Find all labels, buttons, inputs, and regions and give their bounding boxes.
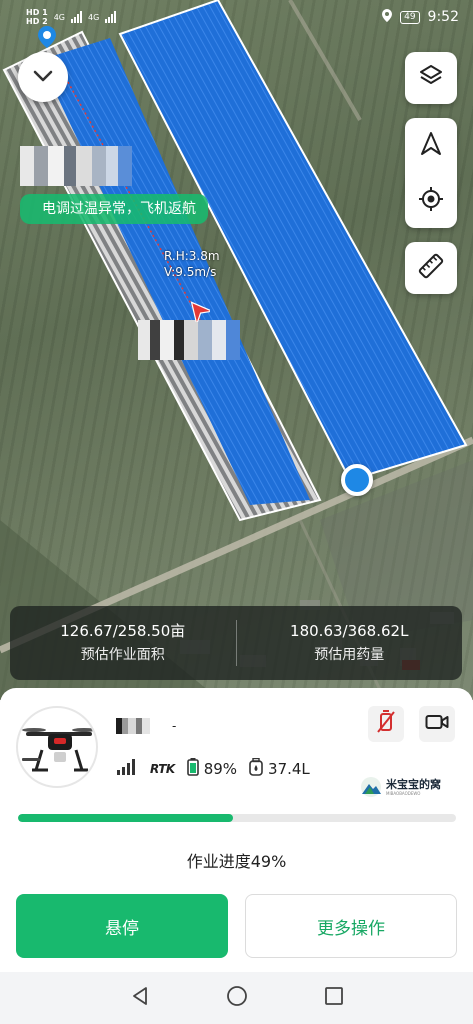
- tank-level: 37.4L: [249, 757, 310, 780]
- back-button[interactable]: [130, 986, 150, 1010]
- watermark-mountain-icon: [361, 777, 381, 797]
- collapse-button[interactable]: [18, 52, 68, 102]
- velocity-text: V:9.5m/s: [164, 265, 217, 279]
- current-position-dot[interactable]: [341, 464, 373, 496]
- hover-button[interactable]: 悬停: [16, 894, 228, 958]
- status-signals: HD 1 HD 2 4G 4G: [26, 8, 117, 26]
- agri-drone-icon: [22, 728, 96, 772]
- rtk-status: RTK: [150, 762, 175, 776]
- battery-percent: 89%: [203, 760, 238, 778]
- phone-battery-indicator: 49: [400, 10, 420, 24]
- sim-labels: HD 1 HD 2: [26, 8, 48, 26]
- drone-position-marker[interactable]: [186, 298, 215, 327]
- progress-fill: [18, 814, 233, 822]
- drone-avatar: [16, 706, 98, 788]
- drone-battery: 89%: [186, 758, 238, 780]
- spray-disabled-icon: [375, 710, 397, 738]
- navigation-arrow-icon: [420, 131, 442, 161]
- layers-icon: [418, 63, 444, 93]
- redacted-drone-label: [138, 320, 240, 360]
- location-pin-icon: [382, 8, 393, 26]
- relative-height-text: R.H:3.8m: [164, 249, 220, 263]
- navigation-button[interactable]: [405, 118, 457, 173]
- home-circle-icon: [226, 986, 247, 1006]
- status-bar: HD 1 HD 2 4G 4G 49 9:52: [0, 0, 473, 34]
- signal1-icon: [70, 11, 82, 23]
- recents-button[interactable]: [324, 986, 344, 1010]
- redacted-label: [20, 146, 132, 186]
- layers-button[interactable]: [405, 52, 457, 104]
- drone-telemetry: RTK 89% 37.4L: [116, 757, 310, 780]
- drone-telemetry-overlay: R.H:3.8m V:9.5m/s: [164, 248, 220, 280]
- ruler-icon: [417, 252, 445, 284]
- tank-volume: 37.4L: [268, 760, 310, 778]
- area-label: 预估作业面积: [80, 647, 165, 663]
- sim1-label: HD 1: [26, 8, 48, 17]
- measure-button[interactable]: [405, 242, 457, 294]
- operation-stats-bar: 126.67/258.50亩 预估作业面积 180.63/368.62L 预估用…: [10, 606, 462, 680]
- sim2-label: HD 2: [26, 17, 48, 26]
- home-button[interactable]: [226, 985, 248, 1011]
- watermark-text: 米宝宝的窝: [386, 777, 441, 791]
- clock: 9:52: [427, 9, 459, 25]
- pesticide-label: 预估用药量: [314, 647, 385, 663]
- progress-bar: [18, 814, 456, 822]
- nozzle-check-button[interactable]: [368, 706, 404, 742]
- map-view[interactable]: HD 1 HD 2 4G 4G 49 9:52 电调过温异常，飞机返航 R.H:…: [0, 0, 473, 700]
- system-nav-bar: [0, 972, 473, 1024]
- back-triangle-icon: [132, 987, 147, 1005]
- battery-icon: [186, 758, 199, 780]
- drone-name-suffix: -: [172, 719, 177, 733]
- watermark-subtext: MIBAOBAODEWO: [386, 790, 421, 796]
- area-stat: 126.67/258.50亩 预估作业面积: [10, 619, 236, 667]
- progress-label: 作业进度49%: [186, 852, 287, 871]
- locate-target-icon: [418, 186, 444, 216]
- pesticide-value: 180.63/368.62L: [290, 622, 409, 640]
- camera-button[interactable]: [419, 706, 455, 742]
- recents-square-icon: [324, 987, 343, 1005]
- more-actions-button[interactable]: 更多操作: [245, 894, 457, 958]
- locate-button[interactable]: [405, 173, 457, 228]
- net1-label: 4G: [53, 12, 65, 22]
- signal2-icon: [105, 11, 117, 23]
- net2-label: 4G: [87, 12, 100, 22]
- signal-strength: [116, 759, 138, 779]
- chevron-down-icon: [32, 68, 54, 87]
- video-camera-icon: [425, 713, 449, 735]
- warning-alert[interactable]: 电调过温异常，飞机返航: [20, 194, 208, 224]
- redacted-drone-name: -: [116, 718, 176, 734]
- signal-bars-icon: [116, 759, 138, 779]
- drone-control-panel: - RTK 89% 37.4L 米宝宝的窝 MIBAOBAODEWO 作业进度4…: [0, 688, 473, 972]
- area-value: 126.67/258.50亩: [60, 622, 186, 640]
- watermark-logo: 米宝宝的窝 MIBAOBAODEWO: [360, 776, 441, 798]
- map-control-group: [405, 118, 457, 228]
- pesticide-stat: 180.63/368.62L 预估用药量: [237, 619, 463, 667]
- tank-icon: [249, 757, 263, 780]
